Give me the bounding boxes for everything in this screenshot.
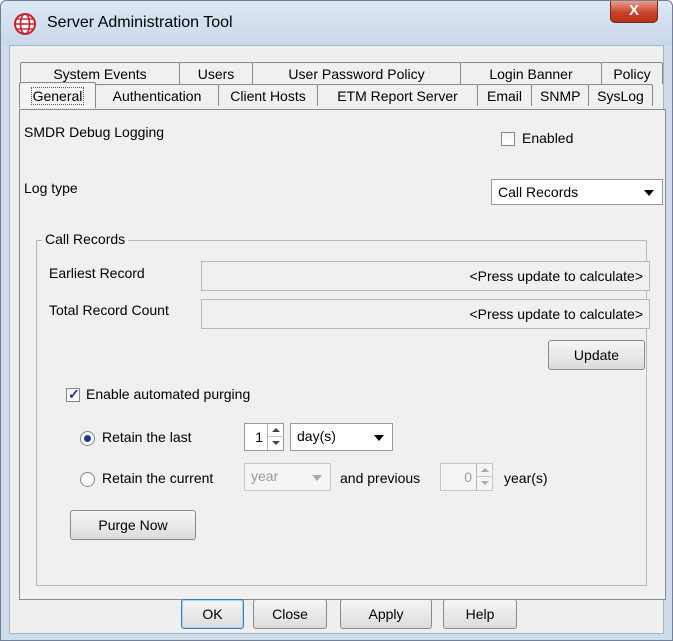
window-title: Server Administration Tool: [47, 14, 233, 31]
spin-up-icon[interactable]: [268, 424, 284, 437]
tab-user-password-policy[interactable]: User Password Policy: [252, 62, 461, 84]
spin-down-icon[interactable]: [268, 437, 284, 450]
tab-general-label: General: [30, 87, 85, 105]
earliest-record-field: <Press update to calculate>: [201, 261, 650, 291]
retain-last-value: 1: [255, 429, 263, 445]
retain-last-unit-select[interactable]: day(s): [290, 423, 393, 451]
call-records-group-title: Call Records: [42, 231, 129, 247]
log-type-select[interactable]: Call Records: [491, 179, 663, 205]
previous-unit-label: year(s): [504, 470, 548, 486]
apply-button[interactable]: Apply: [340, 599, 432, 629]
previous-years-spinner[interactable]: 0: [440, 463, 493, 491]
tab-syslog[interactable]: SysLog: [588, 84, 653, 106]
log-type-label: Log type: [24, 180, 78, 196]
smdr-debug-logging-label: SMDR Debug Logging: [24, 124, 165, 140]
help-button[interactable]: Help: [443, 599, 517, 629]
retain-last-spinner[interactable]: 1: [244, 423, 284, 451]
spin-up-icon[interactable]: [477, 464, 493, 477]
tab-row-1: System Events Users User Password Policy…: [20, 62, 663, 84]
update-button[interactable]: Update: [548, 340, 645, 370]
total-record-count-label: Total Record Count: [49, 302, 169, 318]
tab-email[interactable]: Email: [477, 84, 532, 106]
enabled-label: Enabled: [522, 130, 574, 146]
tab-row-2: General Authentication Client Hosts ETM …: [19, 82, 653, 108]
chevron-down-icon: [644, 190, 654, 196]
tab-login-banner[interactable]: Login Banner: [460, 62, 602, 84]
retain-last-label: Retain the last: [102, 429, 192, 445]
earliest-record-label: Earliest Record: [49, 265, 145, 281]
ok-button[interactable]: OK: [181, 599, 244, 629]
tab-authentication[interactable]: Authentication: [95, 84, 219, 106]
close-window-button[interactable]: X: [610, 1, 658, 23]
and-previous-label: and previous: [340, 470, 421, 486]
chevron-down-icon: [312, 475, 322, 481]
enable-automated-purging-checkbox[interactable]: [66, 386, 80, 403]
tab-etm-report-server[interactable]: ETM Report Server: [317, 84, 478, 106]
chevron-down-icon: [374, 435, 384, 441]
spin-down-icon[interactable]: [477, 477, 493, 490]
retain-current-label: Retain the current: [102, 470, 214, 486]
retain-last-radio[interactable]: [80, 431, 95, 446]
enabled-checkbox[interactable]: [501, 132, 515, 146]
tab-client-hosts[interactable]: Client Hosts: [218, 84, 318, 106]
tab-policy[interactable]: Policy: [601, 62, 663, 84]
retain-current-unit-select[interactable]: year: [244, 463, 331, 491]
title-bar: Server Administration Tool X: [1, 1, 672, 45]
close-button[interactable]: Close: [253, 599, 327, 629]
tab-users[interactable]: Users: [179, 62, 253, 84]
previous-years-value: 0: [464, 469, 472, 485]
client-area: System Events Users User Password Policy…: [9, 45, 666, 634]
tab-general[interactable]: General: [19, 82, 96, 108]
globe-icon: [14, 13, 36, 35]
app-window: Server Administration Tool X System Even…: [0, 0, 673, 641]
enable-automated-purging-label: Enable automated purging: [86, 386, 251, 402]
log-type-value: Call Records: [498, 184, 579, 200]
retain-current-radio[interactable]: [80, 472, 95, 487]
previous-years-spin-buttons: [476, 464, 493, 490]
tab-snmp[interactable]: SNMP: [531, 84, 589, 106]
retain-last-unit-value: day(s): [297, 428, 336, 444]
retain-last-spin-buttons: [267, 424, 284, 450]
tab-system-events[interactable]: System Events: [20, 62, 180, 84]
purge-now-button[interactable]: Purge Now: [70, 510, 196, 540]
total-record-count-field: <Press update to calculate>: [201, 299, 650, 329]
general-panel: SMDR Debug Logging Enabled Log type Call…: [19, 109, 666, 600]
retain-current-unit-value: year: [251, 468, 279, 484]
